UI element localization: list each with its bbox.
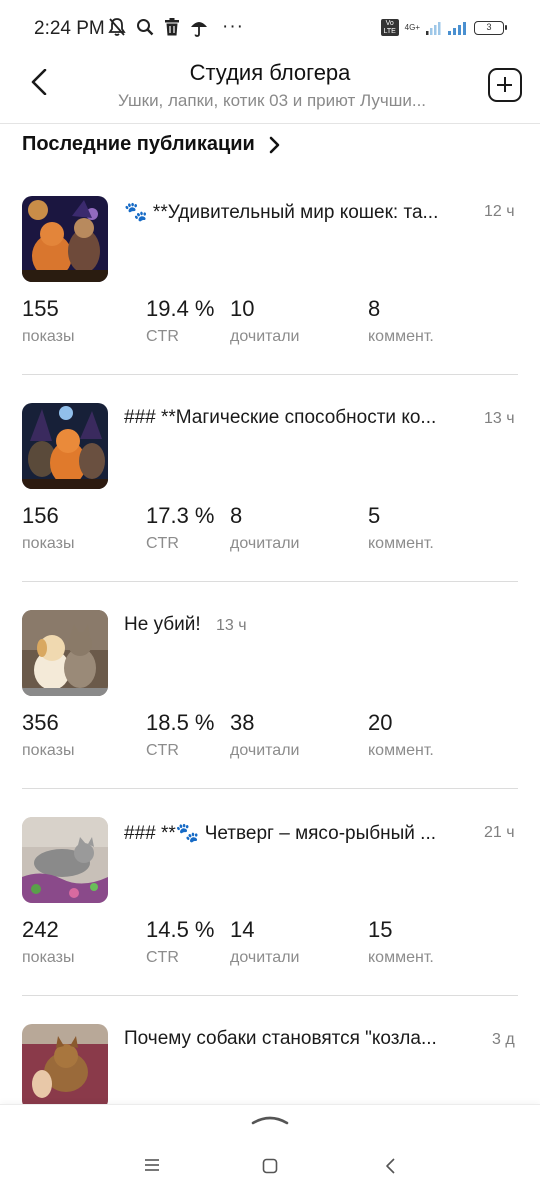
stat-ctr: 17.3 % CTR xyxy=(146,503,215,552)
signal-icon-1 xyxy=(426,21,441,35)
app-header: Студия блогера Ушки, лапки, котик 03 и п… xyxy=(0,48,540,124)
post-thumbnail xyxy=(22,610,108,696)
post-title: ### **Магические способности ко... xyxy=(124,407,437,428)
channel-subtitle: Ушки, лапки, котик 03 и приют Лучши... xyxy=(117,91,427,110)
stat-read: 8 дочитали xyxy=(230,503,300,552)
divider xyxy=(22,788,518,789)
post-title: Почему собаки становятся "козла... xyxy=(124,1028,437,1049)
stat-ctr: 19.4 % CTR xyxy=(146,296,215,345)
umbrella-icon xyxy=(191,21,207,37)
page-title: Студия блогера xyxy=(189,60,351,85)
more-notifications-indicator: ··· xyxy=(222,16,244,37)
chevron-right-icon xyxy=(269,136,280,153)
section-title: Последние публикации xyxy=(22,133,255,155)
stat-read: 38 дочитали xyxy=(230,710,300,759)
post-title: Не убий! xyxy=(124,614,201,635)
battery-icon: 3 xyxy=(474,20,507,35)
stat-views: 242 показы xyxy=(22,917,75,966)
divider xyxy=(22,995,518,996)
mute-bell-icon xyxy=(108,18,126,36)
expand-handle-icon[interactable] xyxy=(250,1111,290,1127)
post-time: 13 ч xyxy=(484,410,515,427)
signal-icon-2 xyxy=(448,21,466,35)
post-time: 21 ч xyxy=(484,824,515,841)
trash-icon xyxy=(165,18,179,36)
stat-comments: 20 коммент. xyxy=(368,710,434,759)
post-thumbnail xyxy=(22,817,108,903)
post-card[interactable]: Почему собаки становятся "козла... 3 д xyxy=(22,1024,518,1104)
post-title: ### **🐾 Четверг – мясо-рыбный ... xyxy=(124,823,437,844)
nav-back-icon[interactable] xyxy=(384,1158,396,1174)
volte-icon: Vo LTE xyxy=(380,19,399,36)
post-card[interactable]: 🐾 **Удивительный мир кошек: та... 12 ч 1… xyxy=(22,196,518,403)
menu-icon[interactable] xyxy=(144,1158,160,1172)
stat-views: 356 показы xyxy=(22,710,75,759)
post-card[interactable]: ### **🐾 Четверг – мясо-рыбный ... 21 ч 2… xyxy=(22,817,518,1024)
stat-ctr: 18.5 % CTR xyxy=(146,710,215,759)
post-thumbnail xyxy=(22,1024,108,1104)
stat-ctr: 14.5 % CTR xyxy=(146,917,215,966)
post-title: 🐾 **Удивительный мир кошек: та... xyxy=(124,202,439,223)
stat-comments: 8 коммент. xyxy=(368,296,434,345)
stat-comments: 5 коммент. xyxy=(368,503,434,552)
search-icon xyxy=(137,19,154,36)
post-thumbnail xyxy=(22,196,108,282)
post-card[interactable]: ### **Магические способности ко... 13 ч … xyxy=(22,403,518,610)
divider xyxy=(22,374,518,375)
stat-views: 156 показы xyxy=(22,503,75,552)
stat-views: 155 показы xyxy=(22,296,75,345)
post-time: 3 д xyxy=(492,1031,515,1048)
stat-comments: 15 коммент. xyxy=(368,917,434,966)
post-time: 12 ч xyxy=(484,203,515,220)
system-nav-bar xyxy=(0,1148,540,1188)
network-type: 4G+ xyxy=(404,22,420,32)
status-time: 2:24 PM xyxy=(34,18,105,39)
stat-read: 10 дочитали xyxy=(230,296,300,345)
home-square-icon[interactable] xyxy=(262,1158,278,1174)
latest-publications-link[interactable]: Последние публикации xyxy=(22,133,281,156)
add-publication-button[interactable] xyxy=(488,68,522,102)
status-icons: ··· xyxy=(108,16,244,38)
post-thumbnail xyxy=(22,403,108,489)
divider xyxy=(22,581,518,582)
post-time: 13 ч xyxy=(216,617,247,634)
stat-read: 14 дочитали xyxy=(230,917,300,966)
status-right: Vo LTE 4G+ 3 xyxy=(380,19,507,36)
post-card[interactable]: Не убий! 13 ч 356 показы 18.5 % CTR 38 дочи… xyxy=(22,610,518,817)
